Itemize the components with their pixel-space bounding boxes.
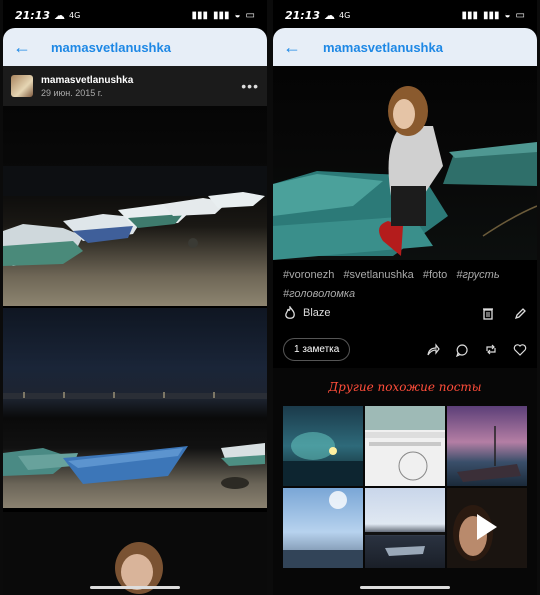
app-header: ← mamasvetlanushka: [3, 28, 267, 66]
similar-post-thumb-3[interactable]: [447, 406, 527, 486]
tag[interactable]: #svetlanushka: [343, 266, 413, 285]
flame-icon: [283, 306, 297, 320]
signal-icon-2: ▮▮▮: [482, 9, 500, 21]
similar-post-thumb-4[interactable]: [283, 488, 363, 568]
signal-icon-2: ▮▮▮: [212, 9, 230, 21]
reblog-icon[interactable]: [484, 343, 498, 357]
actions-row: 1 заметка: [283, 338, 527, 361]
similar-posts-section: Другие похожие посты: [273, 368, 537, 595]
post-date: 29 июн. 2015 г.: [41, 87, 103, 98]
gesture-bar: [90, 586, 180, 589]
app-header: ← mamasvetlanushka: [273, 28, 537, 66]
tag[interactable]: #foto: [423, 266, 447, 285]
blaze-label: Blaze: [303, 307, 331, 319]
header-title[interactable]: mamasvetlanushka: [51, 40, 171, 55]
wifi-icon: ◒: [234, 9, 241, 21]
battery-icon: ▭: [515, 9, 525, 21]
cloud-icon: ☁: [324, 8, 336, 22]
back-arrow-icon[interactable]: ←: [13, 37, 45, 58]
post-photo-woman-boat[interactable]: [273, 66, 537, 260]
pencil-icon[interactable]: [513, 306, 527, 320]
similar-post-thumb-5[interactable]: [365, 488, 445, 568]
blaze-row: Blaze: [283, 306, 527, 320]
blaze-button[interactable]: Blaze: [283, 306, 331, 320]
battery-icon: ▭: [245, 9, 255, 21]
status-carrier: 4G: [339, 10, 351, 20]
status-carrier: 4G: [69, 10, 81, 20]
similar-post-thumb-2[interactable]: [365, 406, 445, 486]
status-time: 21:13: [285, 8, 321, 22]
comment-icon[interactable]: [455, 343, 469, 357]
similar-posts-title: Другие похожие посты: [328, 380, 482, 394]
notes-count-button[interactable]: 1 заметка: [283, 338, 351, 361]
post-username[interactable]: mamasvetlanushka: [41, 75, 241, 86]
portrait-image: [115, 542, 163, 594]
tag-list: #voronezh #svetlanushka #foto #грусть #г…: [283, 266, 527, 304]
status-time: 21:13: [15, 8, 51, 22]
post-meta: mamasvetlanushka 29 июн. 2015 г. •••: [3, 66, 267, 106]
status-bar: 21:13 ☁ 4G ▮▮▮ ▮▮▮ ◒ ▭: [3, 0, 267, 30]
more-options-icon[interactable]: •••: [241, 78, 259, 94]
post-photo-boats-dusk[interactable]: [3, 308, 267, 508]
similar-posts-grid: [283, 406, 527, 568]
boats-dusk-image: [3, 392, 267, 489]
tag[interactable]: #voronezh: [283, 266, 334, 285]
back-arrow-icon[interactable]: ←: [283, 37, 315, 58]
status-bar: 21:13 ☁ 4G ▮▮▮ ▮▮▮ ◒ ▭: [273, 0, 537, 30]
post-photo-portrait[interactable]: [3, 512, 267, 595]
wifi-icon: ◒: [504, 9, 511, 21]
heart-icon[interactable]: [513, 343, 527, 357]
similar-post-thumb-1[interactable]: [283, 406, 363, 486]
right-screen: 21:13 ☁ 4G ▮▮▮ ▮▮▮ ◒ ▭ ← mamasvetlanushk…: [273, 0, 537, 595]
signal-icon: ▮▮▮: [461, 9, 478, 21]
post-photo-boats-beach[interactable]: [3, 106, 267, 306]
signal-icon: ▮▮▮: [191, 9, 208, 21]
trash-icon[interactable]: [481, 306, 495, 320]
similar-post-thumb-6[interactable]: [447, 488, 527, 568]
boats-image: [3, 166, 267, 266]
play-icon[interactable]: [477, 514, 497, 540]
cloud-icon: ☁: [54, 8, 66, 22]
avatar[interactable]: [11, 75, 33, 97]
share-icon[interactable]: [426, 343, 440, 357]
gesture-bar: [360, 586, 450, 589]
header-title[interactable]: mamasvetlanushka: [323, 40, 443, 55]
left-screen: 21:13 ☁ 4G ▮▮▮ ▮▮▮ ◒ ▭ ← mamasvetlanushk…: [3, 0, 267, 595]
tag[interactable]: #грусть: [456, 266, 499, 285]
woman-boat-image: [273, 86, 537, 260]
tag[interactable]: #головоломка: [283, 285, 355, 304]
